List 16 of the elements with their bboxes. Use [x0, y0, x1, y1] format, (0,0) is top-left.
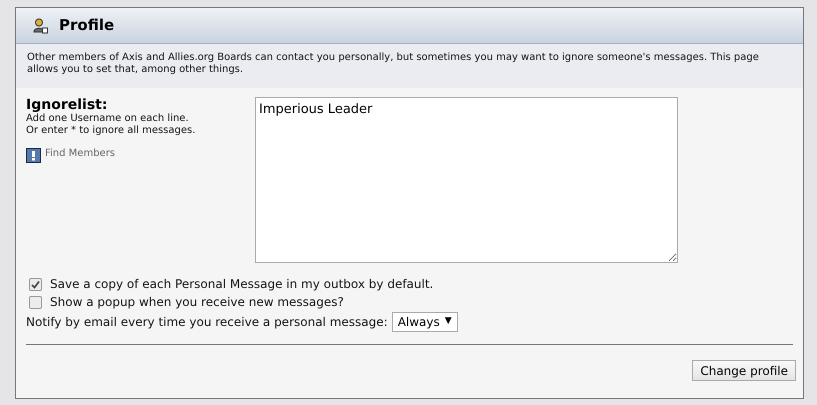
intro-text: Other members of Axis and Allies.org Boards can contact you personally, but sometimes you may want to ignore someone's messages. This page allows you to set that, among other things.: [27, 52, 760, 76]
notify-label: Notify by email every time you receive a personal message:: [26, 314, 388, 331]
change-profile-button[interactable]: Change profile: [692, 360, 796, 381]
alert-icon: [26, 148, 41, 163]
checkbox[interactable]: [29, 278, 42, 290]
hint-text: Add one Username on each line.: [26, 113, 190, 125]
find-members-link[interactable]: Find Members: [45, 148, 116, 160]
field-label: Ignorelist:: [26, 97, 108, 113]
option-label: Save a copy of each Personal Message in my outbox by default.: [50, 276, 434, 293]
user-icon: [33, 18, 49, 34]
option-label: Show a popup when you receive new messages?: [50, 294, 344, 311]
panel-title: Profile: [59, 15, 114, 36]
checkbox[interactable]: [29, 296, 42, 308]
hint-text: Or enter * to ignore all messages.: [26, 125, 196, 137]
notify-select[interactable]: Always ▼: [392, 312, 458, 332]
ignorelist-field[interactable]: Imperious Leader: [255, 97, 678, 263]
